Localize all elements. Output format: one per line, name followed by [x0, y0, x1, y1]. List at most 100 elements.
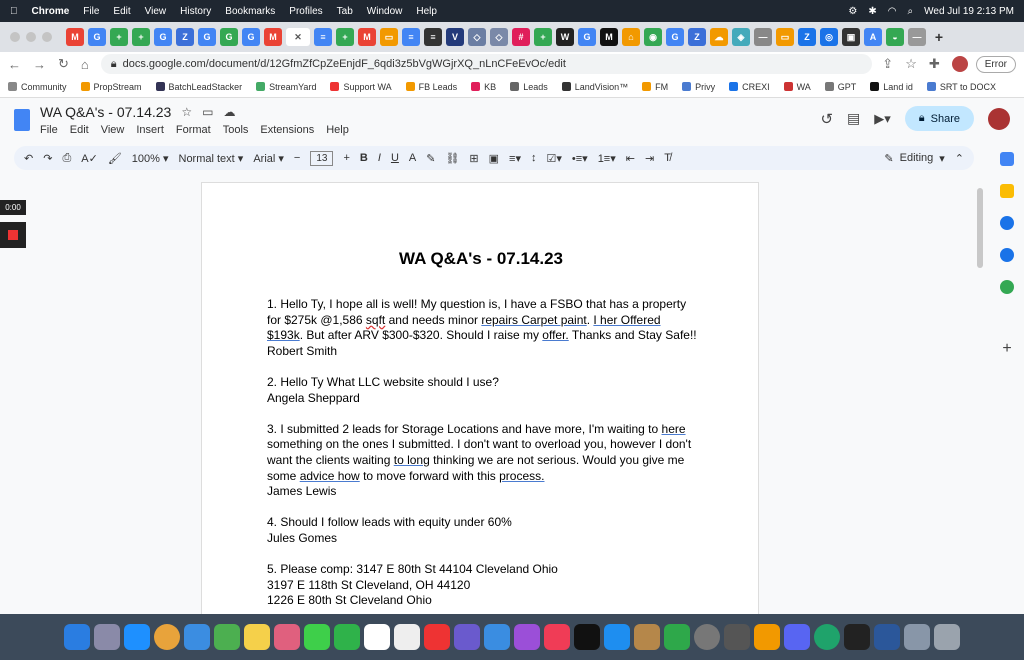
history-icon[interactable]: ↺ [820, 110, 833, 128]
tab-cloud[interactable]: ☁ [710, 28, 728, 46]
bookmark-propstream[interactable]: PropStream [80, 82, 142, 92]
tab-google-4[interactable]: G [220, 28, 238, 46]
italic-icon[interactable]: I [378, 152, 381, 164]
podcasts-icon[interactable] [514, 624, 540, 650]
archive-icon[interactable] [634, 624, 660, 650]
url-field[interactable]: 🔒︎ docs.google.com/document/d/12GfmZfCpZ… [100, 54, 873, 74]
tasks-icon[interactable] [1000, 216, 1014, 230]
finder-icon[interactable] [64, 624, 90, 650]
tab-circle[interactable]: ◎ [820, 28, 838, 46]
text-color-icon[interactable]: A [409, 152, 416, 164]
tab-docs-2[interactable]: ≡ [402, 28, 420, 46]
tab-gmail-3[interactable]: M [358, 28, 376, 46]
tab-google-3[interactable]: G [198, 28, 216, 46]
maps-app-icon[interactable] [214, 624, 240, 650]
bookmark-crexi[interactable]: CREXI [729, 82, 770, 92]
comments-icon[interactable]: ▤ [847, 110, 860, 127]
tab-android[interactable]: ◒ [886, 28, 904, 46]
menubar-clock[interactable]: Wed Jul 19 2:13 PM [924, 6, 1014, 17]
tab-a[interactable]: A [864, 28, 882, 46]
tab-m[interactable]: M [600, 28, 618, 46]
bookmark-batchleadstacker[interactable]: BatchLeadStacker [155, 82, 242, 92]
word-icon[interactable] [874, 624, 900, 650]
back-arrow-icon[interactable]: ← [8, 57, 21, 72]
decrease-font-size-button[interactable]: − [294, 152, 300, 164]
bookmark-kb[interactable]: KB [471, 82, 496, 92]
calculator-2-icon[interactable] [844, 624, 870, 650]
tab-misc[interactable]: ≡ [424, 28, 442, 46]
bookmark-support-wa[interactable]: Support WA [330, 82, 392, 92]
tab-ext[interactable]: ◇ [468, 28, 486, 46]
docs-logo-icon[interactable] [14, 109, 30, 131]
menubar-help[interactable]: Help [416, 6, 437, 17]
tab-sheets-3[interactable]: + [336, 28, 354, 46]
tab-maps[interactable]: ◉ [644, 28, 662, 46]
numbered-list-icon[interactable]: 1≡▾ [598, 152, 616, 165]
print-icon[interactable]: ⎙ [62, 152, 71, 165]
increase-indent-icon[interactable]: ⇥ [645, 152, 654, 165]
bookmark-landvision[interactable]: LandVision™ [561, 82, 628, 92]
document-body[interactable]: 1. Hello Ty, I hope all is well! My ques… [267, 297, 707, 609]
style-select[interactable]: Normal text ▾ [179, 152, 244, 165]
maps-icon[interactable] [1000, 280, 1014, 294]
news-icon[interactable] [424, 624, 450, 650]
launchpad-icon[interactable] [94, 624, 120, 650]
paint-format-icon[interactable]: 🖌︎ [108, 152, 122, 165]
bluetooth-icon[interactable]: ✱ [868, 6, 876, 17]
bookmark-fb-leads[interactable]: FB Leads [405, 82, 457, 92]
menubar-history[interactable]: History [180, 6, 211, 17]
bookmark-star-icon[interactable]: ☆ [905, 56, 917, 72]
tab-google-5[interactable]: G [242, 28, 260, 46]
tab-docs[interactable]: ≡ [314, 28, 332, 46]
preview-icon[interactable] [904, 624, 930, 650]
document-title[interactable]: WA Q&A's - 07.14.23 [40, 104, 171, 120]
tab-zillow[interactable]: Z [176, 28, 194, 46]
bookmark-fm[interactable]: FM [642, 82, 668, 92]
close-window-button[interactable] [10, 32, 20, 42]
tab-ext-2[interactable]: ◇ [490, 28, 508, 46]
bookmark-leads[interactable]: Leads [510, 82, 548, 92]
stop-recording-button[interactable] [0, 222, 26, 248]
bookmark-gpt[interactable]: GPT [824, 82, 856, 92]
bookmark-privy[interactable]: Privy [682, 82, 715, 92]
docs-menu-help[interactable]: Help [326, 124, 349, 136]
line-spacing-icon[interactable]: ↕ [531, 152, 537, 164]
tab-gmail[interactable]: M [66, 28, 84, 46]
keep-icon[interactable] [1000, 184, 1014, 198]
docs-menu-extensions[interactable]: Extensions [260, 124, 314, 136]
tv-icon[interactable] [574, 624, 600, 650]
tab-line[interactable]: — [754, 28, 772, 46]
bookmark-land-id[interactable]: Land id [870, 82, 913, 92]
menubar-edit[interactable]: Edit [113, 6, 130, 17]
docs-menu-format[interactable]: Format [176, 124, 211, 136]
docs-menu-edit[interactable]: Edit [70, 124, 89, 136]
notes-icon[interactable] [244, 624, 270, 650]
move-folder-icon[interactable]: ▭ [202, 105, 213, 119]
tab-line-2[interactable]: — [908, 28, 926, 46]
tab-slides-2[interactable]: ▭ [776, 28, 794, 46]
tab-slack[interactable]: # [512, 28, 530, 46]
tab-shield[interactable]: ◈ [732, 28, 750, 46]
extensions-icon[interactable]: ✚ [929, 56, 940, 72]
reload-icon[interactable]: ↻ [58, 56, 69, 72]
document-scrollbar[interactable] [977, 188, 983, 268]
link-icon[interactable]: ⛓ [445, 152, 459, 165]
docs-menu-file[interactable]: File [40, 124, 58, 136]
error-button[interactable]: Error [975, 55, 1016, 73]
pages-icon[interactable] [754, 624, 780, 650]
tab-v[interactable]: V [446, 28, 464, 46]
tab-gmail-2[interactable]: M [264, 28, 282, 46]
app-store-icon[interactable] [604, 624, 630, 650]
mail-icon[interactable] [184, 624, 210, 650]
menubar-bookmarks[interactable]: Bookmarks [225, 6, 275, 17]
wifi-icon[interactable]: ◠ [888, 6, 897, 17]
tab-zillow-2[interactable]: Z [688, 28, 706, 46]
collapse-toolbar-icon[interactable]: ⌃ [955, 152, 964, 165]
messages-icon[interactable] [304, 624, 330, 650]
clear-formatting-icon[interactable]: T̸ [664, 152, 671, 164]
menubar-window[interactable]: Window [367, 6, 403, 17]
discord-icon[interactable] [784, 624, 810, 650]
facetime-icon[interactable] [334, 624, 360, 650]
reminders-icon[interactable] [394, 624, 420, 650]
new-tab-button[interactable]: + [930, 28, 948, 46]
